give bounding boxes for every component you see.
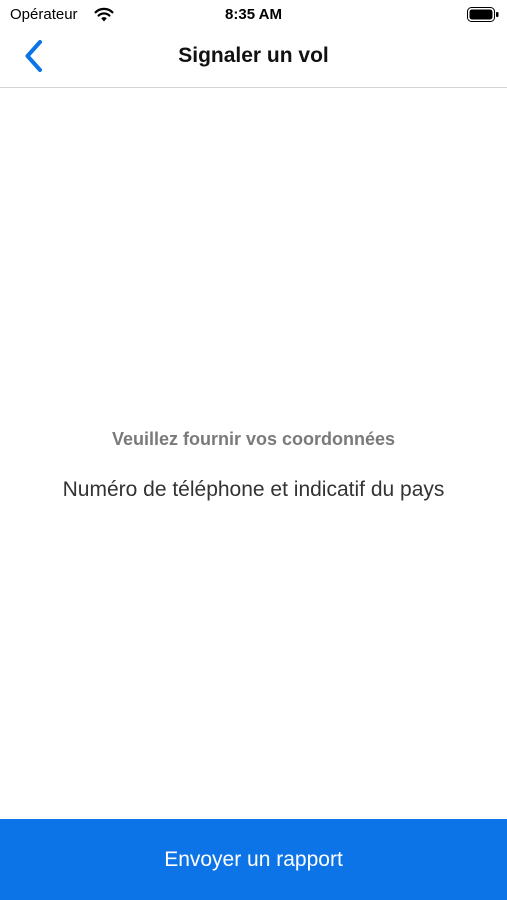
battery-icon (467, 7, 499, 22)
contact-prompt-label: Veuillez fournir vos coordonnées (111, 429, 396, 449)
navigation-bar: Signaler un vol (0, 30, 507, 88)
status-bar: Opérateur 8:35 AM (0, 0, 507, 30)
phone-number-field[interactable]: Numéro de téléphone et indicatif du pays (0, 478, 507, 502)
page-title: Signaler un vol (178, 44, 329, 67)
send-report-button[interactable]: Envoyer un rapport (0, 819, 507, 900)
report-form: Veuillez fournir vos coordonnées Numéro … (0, 88, 507, 818)
status-time: 8:35 AM (225, 6, 282, 23)
